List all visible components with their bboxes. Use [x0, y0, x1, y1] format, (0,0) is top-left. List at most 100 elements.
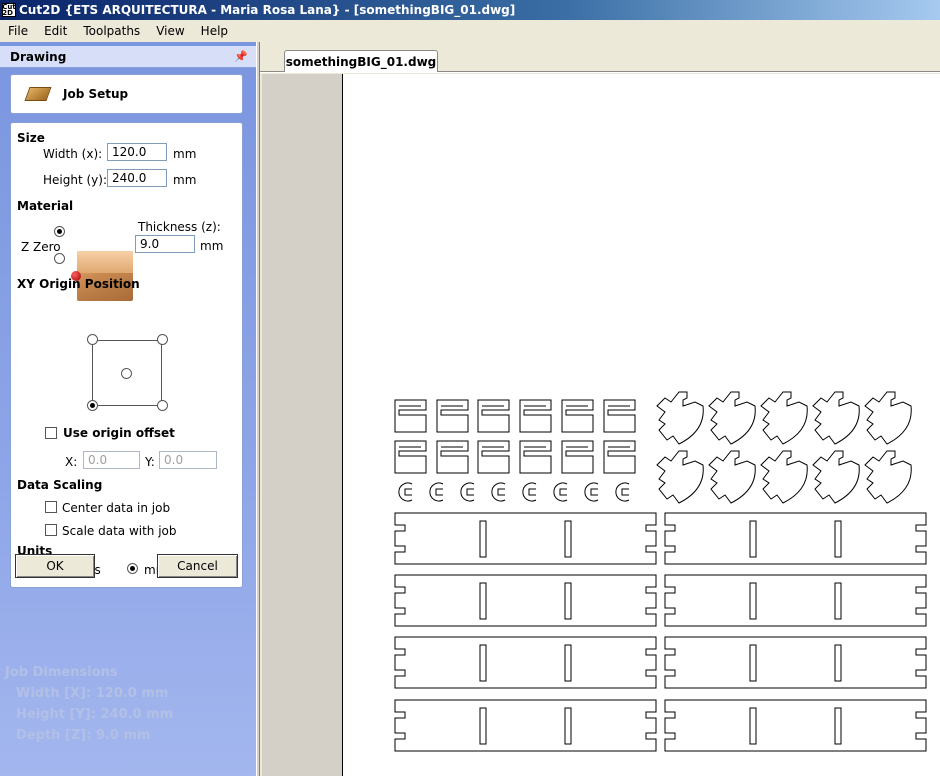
height-unit: mm: [173, 173, 197, 187]
scale-data-checkbox[interactable]: [45, 524, 57, 536]
clip-part: [491, 482, 506, 502]
hook-part: [864, 450, 912, 504]
zzero-label: Z Zero: [21, 240, 61, 254]
bracket-part: [477, 440, 510, 474]
document-area: somethingBIG_01.dwg: [260, 42, 940, 776]
slot-part: [564, 520, 572, 558]
width-unit: mm: [173, 147, 197, 161]
bracket-part: [603, 440, 636, 474]
cancel-button[interactable]: Cancel: [157, 554, 238, 578]
bracket-part: [561, 440, 594, 474]
offset-y-field[interactable]: 0.0: [159, 451, 217, 469]
height-field[interactable]: 240.0: [107, 169, 167, 187]
slot-part: [564, 644, 572, 682]
window-title: Cut2D {ETS ARQUITECTURA - Maria Rosa Lan…: [19, 3, 516, 17]
bracket-part: [436, 440, 469, 474]
size-heading: Size: [17, 131, 45, 145]
slot-part: [749, 520, 757, 558]
hook-part: [708, 450, 756, 504]
slot-part: [749, 707, 757, 745]
menu-edit[interactable]: Edit: [36, 24, 75, 38]
bracket-part: [519, 399, 552, 433]
scaling-heading: Data Scaling: [17, 478, 103, 492]
job-dimensions-depth: Depth [Z]: 9.0 mm: [16, 728, 151, 743]
pin-icon[interactable]: 📌: [234, 50, 248, 63]
app-icon: Cut 2D: [2, 3, 16, 17]
job-setup-header: Job Setup: [10, 74, 243, 114]
offset-x-label: X:: [65, 455, 78, 469]
board-part: [664, 699, 927, 752]
thickness-field[interactable]: 9.0: [135, 235, 195, 253]
bracket-part: [477, 399, 510, 433]
units-mm-radio[interactable]: [127, 563, 138, 574]
slot-part: [834, 707, 842, 745]
clip-part: [398, 482, 413, 502]
panel-title: Drawing: [10, 49, 67, 64]
board-part: [394, 636, 657, 689]
use-origin-offset-label: Use origin offset: [63, 426, 175, 440]
board-part: [394, 512, 657, 565]
clip-part: [615, 482, 630, 502]
slot-part: [479, 644, 487, 682]
offset-x-field[interactable]: 0.0: [83, 451, 140, 469]
origin-bottom-left-radio[interactable]: [87, 400, 98, 411]
job-dimensions: Job Dimensions Width [X]: 120.0 mm Heigh…: [5, 662, 173, 746]
board-part: [394, 699, 657, 752]
document-tab[interactable]: somethingBIG_01.dwg: [284, 50, 438, 72]
center-data-checkbox[interactable]: [45, 501, 57, 513]
board-part: [664, 574, 927, 627]
canvas-gutter: [262, 74, 342, 776]
zzero-bottom-radio[interactable]: [54, 253, 65, 264]
bracket-part: [394, 399, 427, 433]
hook-part: [812, 391, 860, 445]
drawing-canvas[interactable]: [342, 74, 940, 776]
zzero-top-radio[interactable]: [54, 226, 65, 237]
bracket-part: [519, 440, 552, 474]
origin-heading: XY Origin Position: [17, 277, 140, 291]
thickness-unit: mm: [200, 239, 224, 253]
menu-toolpaths[interactable]: Toolpaths: [75, 24, 148, 38]
offset-y-label: Y:: [145, 455, 155, 469]
board-part: [664, 512, 927, 565]
hook-part: [656, 450, 704, 504]
ok-button[interactable]: OK: [15, 554, 95, 578]
slot-part: [834, 520, 842, 558]
hook-part: [812, 450, 860, 504]
board-part: [664, 636, 927, 689]
clip-part: [553, 482, 568, 502]
origin-bottom-right-radio[interactable]: [157, 400, 168, 411]
bracket-part: [561, 399, 594, 433]
width-field[interactable]: 120.0: [107, 143, 167, 161]
board-part: [394, 574, 657, 627]
center-data-label: Center data in job: [62, 501, 171, 515]
job-setup-form: Size Width (x): 120.0 mm Height (y): 240…: [10, 122, 243, 588]
title-bar: Cut 2D Cut2D {ETS ARQUITECTURA - Maria R…: [0, 0, 940, 20]
hook-part: [760, 391, 808, 445]
material-heading: Material: [17, 199, 74, 213]
origin-center-radio[interactable]: [121, 368, 132, 379]
clip-part: [584, 482, 599, 502]
panel-header: Drawing 📌: [0, 46, 256, 68]
slot-part: [479, 582, 487, 620]
job-dimensions-heading: Job Dimensions: [5, 665, 118, 680]
scale-data-label: Scale data with job: [62, 524, 177, 538]
hook-part: [760, 450, 808, 504]
bracket-part: [394, 440, 427, 474]
menu-file[interactable]: File: [0, 24, 36, 38]
job-dimensions-width: Width [X]: 120.0 mm: [16, 686, 169, 701]
slot-part: [834, 582, 842, 620]
origin-top-right-radio[interactable]: [157, 334, 168, 345]
slot-part: [749, 644, 757, 682]
use-origin-offset-checkbox[interactable]: [45, 427, 57, 439]
menu-view[interactable]: View: [148, 24, 192, 38]
width-label: Width (x):: [43, 147, 103, 161]
slot-part: [564, 707, 572, 745]
clip-part: [460, 482, 475, 502]
menu-help[interactable]: Help: [193, 24, 236, 38]
thickness-label: Thickness (z):: [138, 220, 221, 234]
job-dimensions-height: Height [Y]: 240.0 mm: [16, 707, 174, 722]
drawing-panel: Drawing 📌 Job Setup Size Width (x): 120.…: [0, 42, 256, 776]
clip-part: [429, 482, 444, 502]
bracket-part: [603, 399, 636, 433]
origin-top-left-radio[interactable]: [87, 334, 98, 345]
